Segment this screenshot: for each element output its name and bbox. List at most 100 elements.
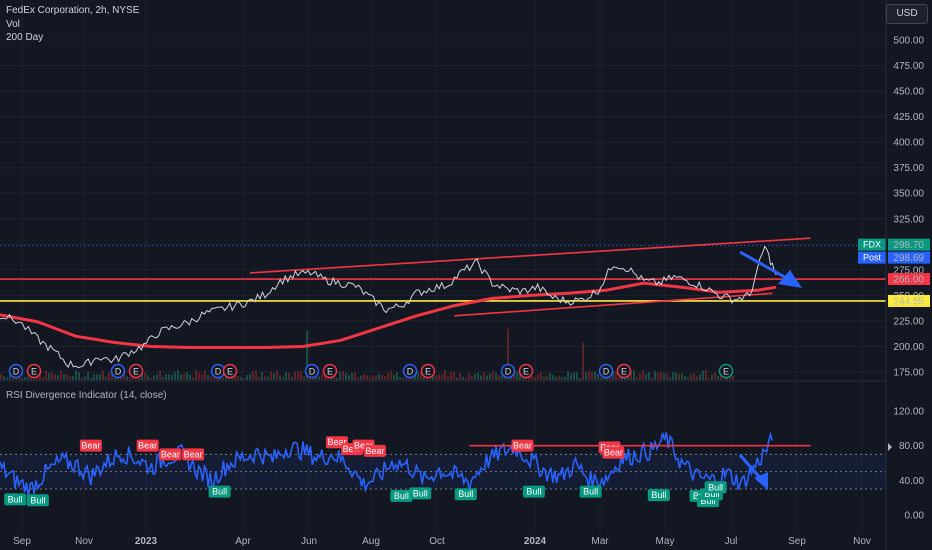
volume-bar xyxy=(258,377,260,380)
volume-bar xyxy=(567,371,569,380)
volume-bar xyxy=(447,376,449,380)
volume-bar xyxy=(711,374,713,380)
price-label-value: 244.55 xyxy=(893,296,924,307)
volume-bar xyxy=(45,370,47,380)
price-tick-label: 500.00 xyxy=(893,36,924,47)
marker-letter: D xyxy=(215,367,222,377)
volume-bar xyxy=(579,377,581,380)
volume-bar xyxy=(654,370,656,380)
volume-bar xyxy=(288,373,290,380)
volume-bar xyxy=(396,372,398,380)
volume-bar xyxy=(276,370,278,380)
volume-bar xyxy=(645,373,647,380)
volume-bar xyxy=(294,371,296,380)
volume-bar xyxy=(693,373,695,380)
volume-bar xyxy=(186,371,188,380)
volume-bar xyxy=(435,375,437,380)
volume-bar xyxy=(321,374,323,380)
volume-bar xyxy=(3,376,5,380)
volume-bar xyxy=(249,374,251,380)
volume-bar xyxy=(459,372,461,380)
volume-bar xyxy=(594,371,596,380)
volume-bar xyxy=(0,374,2,380)
bull-signal-tag: Bull xyxy=(208,485,231,498)
volume-bar xyxy=(438,374,440,380)
currency-button[interactable]: USD xyxy=(886,4,928,24)
volume-bar xyxy=(387,373,389,380)
bear-signal-tag: Bear xyxy=(511,439,534,452)
volume-bar xyxy=(504,377,506,380)
volume-bar xyxy=(471,375,473,380)
time-tick-label: Sep xyxy=(788,536,806,547)
bull-signal-tag: Bull xyxy=(390,489,413,502)
moving-average-line xyxy=(0,281,777,349)
marker-letter: E xyxy=(523,367,529,377)
volume-bar xyxy=(204,370,206,380)
volume-bar xyxy=(684,375,686,380)
moving-average-200 xyxy=(0,281,777,349)
bear-signal-tag: Bear xyxy=(182,448,205,461)
volume-legend[interactable]: Vol xyxy=(6,18,20,31)
volume-bar xyxy=(264,375,266,380)
volume-bar xyxy=(105,376,107,380)
bear-signal-tag: Bear xyxy=(363,444,386,457)
volume-bar xyxy=(687,377,689,380)
volume-bar xyxy=(618,377,620,380)
signal-label: Bear xyxy=(81,441,100,451)
earnings-marker-d: D xyxy=(210,363,226,379)
marker-letter: E xyxy=(425,367,431,377)
price-tick-label: 350.00 xyxy=(893,189,924,200)
volume-bar xyxy=(492,370,494,380)
price-tick-label: 175.00 xyxy=(893,368,924,379)
volume-bar xyxy=(681,373,683,380)
price-tick-label: 325.00 xyxy=(893,214,924,225)
signal-label: Bull xyxy=(212,487,227,497)
volume-bar xyxy=(153,375,155,380)
volume-bar xyxy=(675,372,677,380)
earnings-marker-e: E xyxy=(128,363,144,379)
volume-bar xyxy=(546,375,548,380)
signal-label: Bull xyxy=(651,490,666,500)
earnings-marker-e: E xyxy=(616,363,632,379)
volume-bar xyxy=(21,377,23,380)
bull-signal-tag: Bull xyxy=(4,493,27,506)
price-tick-label: 375.00 xyxy=(893,163,924,174)
volume-bar xyxy=(678,373,680,380)
marker-letter: D xyxy=(505,367,512,377)
bear-signal-tag: Bear xyxy=(79,439,102,452)
volume-bar xyxy=(648,371,650,380)
trend-line xyxy=(249,237,811,274)
volume-bar xyxy=(66,374,68,380)
volume-bar xyxy=(660,371,662,380)
volume-bar xyxy=(207,374,209,380)
volume-bar xyxy=(540,372,542,380)
time-tick-label: Sep xyxy=(13,536,31,547)
time-tick-label: Nov xyxy=(853,536,871,547)
volume-bar xyxy=(345,373,347,380)
volume-bar xyxy=(150,377,152,380)
volume-bar xyxy=(600,377,602,380)
symbol-title[interactable]: FedEx Corporation, 2h, NYSE xyxy=(6,4,139,17)
volume-bar xyxy=(705,370,707,380)
volume-bar xyxy=(477,372,479,380)
volume-bar xyxy=(666,373,668,380)
volume-bar xyxy=(582,342,584,380)
volume-bar xyxy=(462,376,464,380)
volume-bar xyxy=(633,370,635,380)
chart-canvas[interactable]: DEDEDEDEDEDEDEE Bull BullBear BearBear Bear… xyxy=(0,0,932,550)
volume-bar xyxy=(402,377,404,380)
volume-bar xyxy=(6,377,8,380)
time-tick-label: 2023 xyxy=(135,536,158,547)
volume-bar xyxy=(282,377,284,380)
volume-bar xyxy=(162,377,164,380)
volume-bar xyxy=(639,373,641,380)
marker-letter: E xyxy=(31,367,37,377)
ma-legend[interactable]: 200 Day xyxy=(6,31,43,44)
volume-bar xyxy=(261,372,263,380)
volume-bar xyxy=(381,375,383,380)
volume-bar xyxy=(90,377,92,380)
volume-bar xyxy=(192,377,194,380)
bear-signal-tag: Bear xyxy=(159,448,182,461)
volume-bar xyxy=(450,372,452,380)
volume-bar xyxy=(516,371,518,380)
